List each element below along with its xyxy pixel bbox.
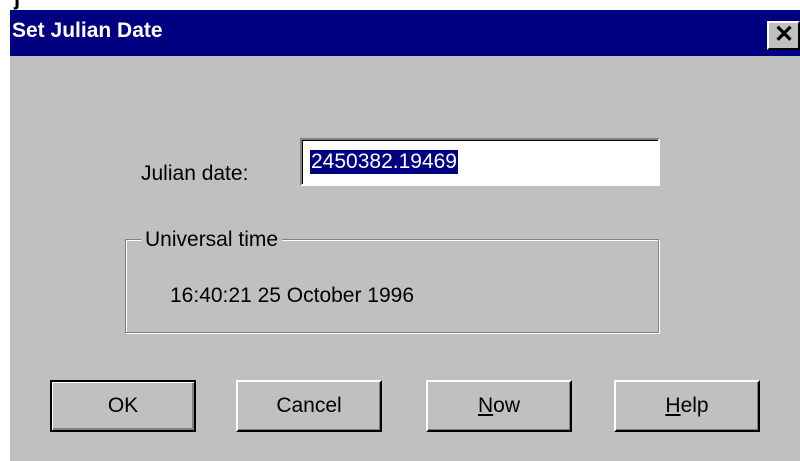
background-window-fragment: j bbox=[0, 0, 800, 10]
cancel-button-label: Cancel bbox=[276, 394, 342, 417]
cancel-button[interactable]: Cancel bbox=[236, 380, 382, 432]
universal-time-legend: Universal time bbox=[141, 228, 283, 252]
julian-date-value: 2450382.19469 bbox=[310, 150, 458, 174]
help-button-label-rest: elp bbox=[680, 394, 709, 417]
julian-date-input[interactable]: 2450382.19469 bbox=[300, 138, 660, 186]
now-button[interactable]: Now bbox=[426, 380, 572, 432]
help-button-mnemonic: H bbox=[665, 394, 681, 417]
universal-time-value: 16:40:21 25 October 1996 bbox=[170, 284, 415, 307]
set-julian-date-dialog: Set Julian Date ✕ Julian date: 2450382.1… bbox=[10, 10, 800, 461]
ok-button[interactable]: OK bbox=[50, 380, 196, 432]
now-button-mnemonic: N bbox=[477, 394, 494, 417]
background-window-text: j bbox=[14, 0, 20, 10]
help-button[interactable]: Help bbox=[614, 380, 760, 432]
now-button-label-rest: ow bbox=[493, 394, 521, 417]
dialog-title: Set Julian Date bbox=[12, 19, 163, 42]
ok-button-label: OK bbox=[107, 394, 139, 417]
close-button[interactable]: ✕ bbox=[767, 21, 800, 50]
close-icon: ✕ bbox=[774, 21, 795, 48]
title-bar[interactable]: Set Julian Date ✕ bbox=[10, 10, 800, 56]
julian-date-label: Julian date: bbox=[141, 162, 249, 185]
